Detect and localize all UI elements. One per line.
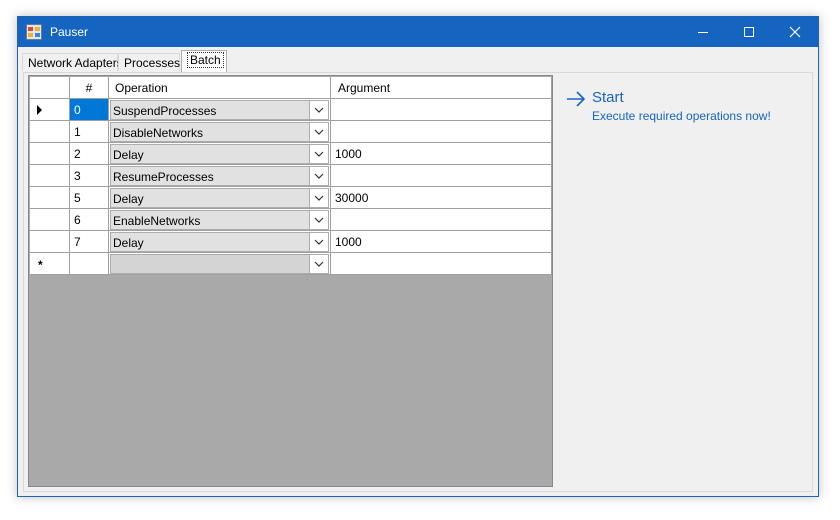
window-title: Pauser: [50, 25, 89, 39]
operation-dropdown[interactable]: EnableNetworks: [110, 210, 329, 230]
app-icon: [26, 24, 42, 40]
num-cell[interactable]: 3: [70, 165, 109, 187]
operation-dropdown[interactable]: Delay: [110, 188, 329, 208]
title-bar[interactable]: Pauser: [18, 17, 818, 47]
minimize-button[interactable]: [680, 17, 726, 47]
column-header-num[interactable]: #: [70, 77, 109, 99]
chevron-down-icon: [314, 195, 324, 201]
maximize-icon: [744, 27, 754, 37]
argument-cell[interactable]: [331, 209, 552, 231]
operation-cell[interactable]: SuspendProcesses: [109, 99, 331, 121]
operation-value: EnableNetworks: [113, 214, 201, 228]
operation-value: Delay: [113, 148, 144, 162]
operation-dropdown[interactable]: [110, 254, 329, 274]
tab-processes[interactable]: Processes: [118, 53, 180, 71]
operation-value: SuspendProcesses: [113, 104, 217, 118]
num-cell[interactable]: 7: [70, 231, 109, 253]
num-cell[interactable]: 0: [70, 99, 109, 121]
argument-cell[interactable]: 1000: [331, 231, 552, 253]
operation-dropdown[interactable]: DisableNetworks: [110, 122, 329, 142]
operation-cell[interactable]: Delay: [109, 143, 331, 165]
row-header[interactable]: [30, 209, 70, 231]
new-row-indicator[interactable]: *: [30, 253, 70, 275]
current-row-indicator-icon: [37, 105, 42, 115]
dropdown-arrow[interactable]: [309, 189, 328, 207]
chevron-down-icon: [314, 261, 324, 267]
operation-cell[interactable]: DisableNetworks: [109, 121, 331, 143]
operation-value: DisableNetworks: [113, 126, 204, 140]
operation-cell[interactable]: ResumeProcesses: [109, 165, 331, 187]
argument-cell[interactable]: [331, 253, 552, 275]
minimize-icon: [698, 32, 708, 33]
row-header[interactable]: [30, 143, 70, 165]
tab-network-adapters[interactable]: Network Adapters: [22, 53, 123, 71]
dropdown-arrow[interactable]: [309, 101, 328, 119]
argument-cell[interactable]: 30000: [331, 187, 552, 209]
dropdown-arrow[interactable]: [309, 211, 328, 229]
close-icon: [789, 26, 801, 38]
tab-label: Processes: [124, 56, 181, 70]
chevron-down-icon: [314, 239, 324, 245]
chevron-down-icon: [314, 129, 324, 135]
column-header-argument[interactable]: Argument: [331, 77, 552, 99]
operation-value: Delay: [113, 192, 144, 206]
operation-cell[interactable]: Delay: [109, 187, 331, 209]
operation-dropdown[interactable]: Delay: [110, 232, 329, 252]
column-header-operation[interactable]: Operation: [109, 77, 331, 99]
argument-cell[interactable]: [331, 99, 552, 121]
operation-dropdown[interactable]: Delay: [110, 144, 329, 164]
num-cell[interactable]: 2: [70, 143, 109, 165]
num-cell[interactable]: [70, 253, 109, 275]
chevron-down-icon: [314, 173, 324, 179]
row-header[interactable]: [30, 165, 70, 187]
tab-label: Batch: [187, 52, 224, 68]
dropdown-arrow[interactable]: [309, 255, 328, 273]
arrow-right-icon: [567, 91, 586, 107]
dropdown-arrow[interactable]: [309, 233, 328, 251]
operation-value: ResumeProcesses: [113, 170, 214, 184]
tab-batch[interactable]: Batch: [181, 50, 227, 72]
chevron-down-icon: [314, 151, 324, 157]
num-cell[interactable]: 5: [70, 187, 109, 209]
dropdown-arrow[interactable]: [309, 167, 328, 185]
dropdown-arrow[interactable]: [309, 123, 328, 141]
operation-dropdown[interactable]: SuspendProcesses: [110, 100, 329, 120]
row-header[interactable]: [30, 187, 70, 209]
operation-dropdown[interactable]: ResumeProcesses: [110, 166, 329, 186]
chevron-down-icon: [314, 217, 324, 223]
operation-value: Delay: [113, 236, 144, 250]
argument-cell[interactable]: 1000: [331, 143, 552, 165]
maximize-button[interactable]: [726, 17, 772, 47]
tab-label: Network Adapters: [28, 56, 123, 70]
num-cell[interactable]: 1: [70, 121, 109, 143]
operation-cell[interactable]: [109, 253, 331, 275]
app-window: Pauser Network Adapters Processes Batch …: [17, 16, 819, 497]
operation-cell[interactable]: EnableNetworks: [109, 209, 331, 231]
argument-cell[interactable]: [331, 165, 552, 187]
chevron-down-icon: [314, 107, 324, 113]
argument-cell[interactable]: [331, 121, 552, 143]
grid-corner[interactable]: [30, 77, 70, 99]
num-cell[interactable]: 6: [70, 209, 109, 231]
operation-cell[interactable]: Delay: [109, 231, 331, 253]
dropdown-arrow[interactable]: [309, 145, 328, 163]
row-header[interactable]: [30, 99, 70, 121]
close-button[interactable]: [772, 17, 818, 47]
start-label[interactable]: Start: [592, 89, 624, 106]
operations-grid[interactable]: # Operation Argument 0 SuspendProcesses: [28, 75, 553, 487]
row-header[interactable]: [30, 121, 70, 143]
start-description: Execute required operations now!: [592, 109, 771, 123]
row-header[interactable]: [30, 231, 70, 253]
